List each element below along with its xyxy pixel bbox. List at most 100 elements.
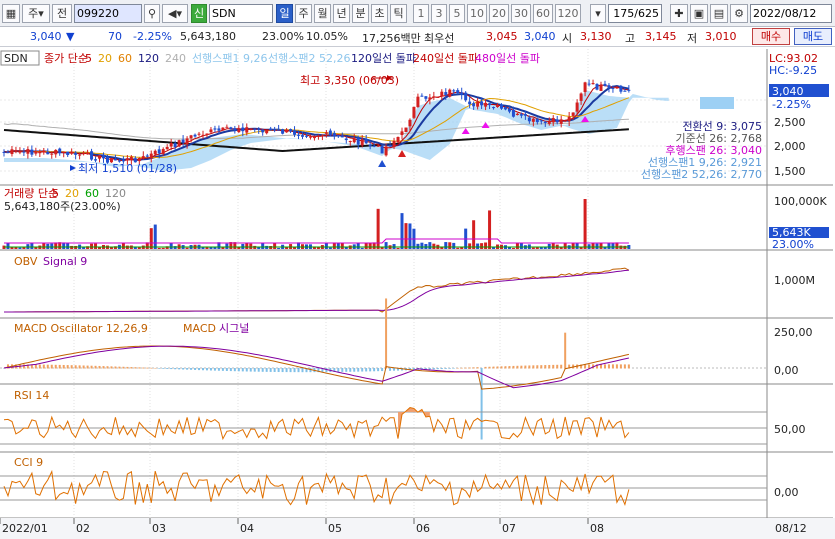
candle-body [102,155,105,159]
macd-oscillator-bar [464,367,467,369]
volume-bar [408,223,412,249]
period-button[interactable]: 년 [333,4,350,23]
speaker-icon[interactable]: ◀▾ [162,4,188,23]
candle-body [476,102,480,107]
macd-oscillator-bar [432,368,435,370]
macd-oscillator-bar [297,368,300,373]
candle-body [189,135,193,139]
legend-item: 시그널 [219,322,249,335]
volume-bar [273,242,277,249]
interval-button[interactable]: 5 [449,4,465,23]
candle-body [82,152,86,154]
macd-oscillator-bar [520,365,523,369]
candle-body [2,151,6,153]
range-button[interactable]: 전 [52,4,72,23]
change-value: 70 [108,30,122,43]
macd-oscillator-bar [198,368,201,371]
candle-body [472,103,476,107]
legend-item: CCI 9 [14,456,43,469]
pane-tag: SDN [4,52,28,65]
macd-oscillator-bar [556,364,559,369]
count-input[interactable] [608,4,662,23]
high-price: 3,145 [645,30,677,43]
volume-bar [157,247,161,249]
volume-bar [14,247,18,249]
interval-button[interactable]: 30 [511,4,531,23]
candle-body [269,128,273,131]
interval-button[interactable]: 60 [533,4,553,23]
macd-oscillator-bar [190,368,193,370]
macd-oscillator-bar [98,365,101,369]
candle-body [137,158,141,162]
legend-item: MACD Oscillator 12,26,9 [14,322,148,335]
turnover-rate: 10.05% [306,30,348,43]
macd-oscillator-bar [619,364,622,369]
candle-body [201,134,205,136]
interval-button[interactable]: 3 [431,4,447,23]
volume-bar [583,199,587,249]
candle-body [591,83,595,85]
save-icon[interactable]: ▣ [690,4,708,23]
low-label: 저 [687,32,698,45]
macd-oscillator-bar [54,364,57,369]
macd-oscillator-bar [548,364,551,369]
macd-oscillator-bar [552,364,555,369]
macd-oscillator-bar [221,368,224,371]
candle-body [328,130,332,136]
macd-oscillator-bar [381,368,384,372]
macd-tick: 250,00 [774,326,813,339]
candle-body [500,104,503,109]
candle-body [293,130,297,135]
macd-oscillator-bar [86,365,89,369]
period-button[interactable]: 일 [276,4,293,23]
period-button[interactable]: 주 [295,4,312,23]
chevron-down-icon[interactable]: ▾ [590,4,606,23]
rsi-tick: 50,00 [774,423,806,436]
candle-body [523,113,527,116]
code-input[interactable] [74,4,142,23]
search-icon[interactable]: ⚲ [144,4,160,23]
volume-bar [607,243,611,249]
min-price-label: 최저 1,510 (01/28) [78,162,177,175]
candle-body [54,149,58,155]
sell-button[interactable]: 매도 [794,28,832,45]
macd-oscillator-bar [213,368,216,371]
period-button[interactable]: 틱 [390,4,407,23]
buy-button[interactable]: 매수 [752,28,790,45]
name-input[interactable] [209,4,273,23]
x-axis-label: 02 [76,522,90,535]
grid-icon[interactable]: ▦ [2,4,20,23]
period-button[interactable]: 월 [314,4,331,23]
change-rate: -2.25% [133,30,172,43]
macd-oscillator-bar [623,364,626,369]
market-select[interactable]: 주▾ [22,4,50,23]
macd-oscillator-bar [500,366,503,369]
low-price: 3,010 [705,30,737,43]
interval-button[interactable]: 10 [467,4,487,23]
period-button[interactable]: 분 [352,4,369,23]
candle-body [304,135,308,137]
candle-body [205,133,209,135]
macd-oscillator-bar [301,368,304,373]
cursor-icon[interactable]: ✚ [670,4,688,23]
min-arrow-icon [70,165,76,171]
interval-button[interactable]: 1 [413,4,429,23]
period-button[interactable]: 초 [371,4,388,23]
candle-body [221,127,225,131]
candle-body [575,102,579,112]
stock-chart[interactable]: SDN 종가 단순5 20 60 120 240 선행스팬1 9,26 선행스팬2 52,26… [0,48,835,539]
date-input[interactable] [750,4,832,23]
legend-item: 종가 단순 [44,52,88,65]
volume-bar [468,243,472,249]
table-icon[interactable]: ▤ [710,4,728,23]
candle-body [396,136,400,143]
macd-oscillator-bar [90,365,93,369]
candle-body [14,150,18,152]
volume-bar [424,243,428,249]
settings-icon[interactable]: ⚙ [730,4,748,23]
volume-value: 5,643,180주(23.00%) [4,200,121,213]
current-price: 3,040 [30,30,62,43]
interval-button[interactable]: 120 [555,4,581,23]
interval-button[interactable]: 20 [489,4,509,23]
candle-body [555,119,559,123]
